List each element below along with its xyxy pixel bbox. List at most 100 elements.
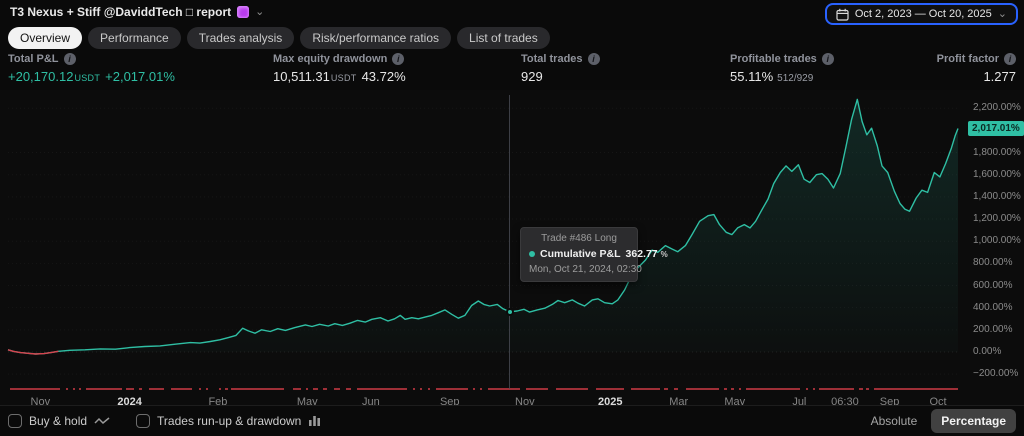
loss-marker-segment xyxy=(65,388,68,390)
y-tick-label: 1,800.00% xyxy=(973,146,1021,158)
stat-label: Max equity drawdown i xyxy=(273,53,406,65)
loss-marker-segment xyxy=(205,388,209,390)
stat-label-text: Total P&L xyxy=(8,53,59,65)
stat-value: 929 xyxy=(521,69,600,84)
stat-label: Total P&L i xyxy=(8,53,175,65)
chevron-down-icon: ⌄ xyxy=(997,8,1007,20)
stats-row: Total P&L i +20,170.12USDT +2,017.01% Max eq… xyxy=(0,53,1024,91)
toggle-option-percentage[interactable]: Percentage xyxy=(931,409,1016,433)
loss-marker-segment xyxy=(224,388,229,390)
equity-curve-plot[interactable] xyxy=(0,90,1024,390)
tab-overview[interactable]: Overview xyxy=(8,27,83,49)
header: T3 Nexus + Stiff @DaviddTech □ report ⌄ … xyxy=(0,0,1024,26)
loss-marker-segment xyxy=(859,388,863,390)
y-tick-label: 1,200.00% xyxy=(973,213,1021,225)
y-tick-label: 1,400.00% xyxy=(973,190,1021,202)
tab-performance[interactable]: Performance xyxy=(88,27,181,49)
loss-marker-segment xyxy=(312,388,318,390)
stat-value-extra: 43.72% xyxy=(361,69,406,84)
footer-bar: Buy & hold Trades run-up & drawdown Absolu… xyxy=(0,405,1024,436)
loss-marker-segment xyxy=(865,388,869,390)
chevron-down-icon[interactable]: ⌄ xyxy=(255,7,264,18)
loss-marker-segment xyxy=(198,388,201,390)
loss-marker-segment xyxy=(125,388,135,390)
stat-label-text: Profitable trades xyxy=(730,53,817,65)
stat-value-number: 1.277 xyxy=(983,69,1016,84)
strategy-tester-panel: T3 Nexus + Stiff @DaviddTech □ report ⌄ … xyxy=(0,0,1024,436)
loss-marker-segment xyxy=(673,388,678,390)
loss-marker-segment xyxy=(730,388,734,390)
page-title: T3 Nexus + Stiff @DaviddTech □ report xyxy=(10,5,232,19)
checkbox-box-icon[interactable] xyxy=(8,414,22,428)
unit-toggle: Absolute Percentage xyxy=(869,409,1016,433)
y-tick-label: 400.00% xyxy=(973,301,1013,313)
stat-value-unit: USDT xyxy=(330,73,357,83)
date-range-button[interactable]: Oct 2, 2023 — Oct 20, 2025 ⌄ xyxy=(824,3,1018,25)
loss-marker-segment xyxy=(333,388,340,390)
crosshair-line xyxy=(509,95,511,389)
current-value-badge: 2,017.01% xyxy=(968,120,1024,136)
calendar-icon xyxy=(836,8,849,21)
tab-risk-performance-ratios[interactable]: Risk/performance ratios xyxy=(300,27,452,49)
stat-label: Profit factor i xyxy=(937,53,1016,65)
stat-value-number: 55.11% xyxy=(730,69,774,84)
y-tick-label: 800.00% xyxy=(973,257,1013,269)
tooltip-trade-label: Trade #486 Long xyxy=(541,233,617,244)
loss-marker-segment xyxy=(356,388,407,390)
stat-value-number: +20,170.12 xyxy=(8,69,74,84)
loss-marker-segment xyxy=(139,388,142,390)
loss-marker-segment xyxy=(9,388,61,390)
info-icon[interactable]: i xyxy=(63,53,76,65)
stat-total-trades: Total trades i 929 xyxy=(521,53,600,84)
loss-marker-segment xyxy=(79,388,82,390)
info-icon[interactable]: i xyxy=(821,53,834,65)
stat-profitable-trades: Profitable trades i 55.11% 512/929 xyxy=(730,53,834,84)
loss-marker-segment xyxy=(472,388,476,390)
loss-marker-segment xyxy=(72,388,76,390)
equity-curve-chart[interactable]: 2,200.00% 1,800.00% 1,600.00% 1,400.00% 1,20… xyxy=(0,90,1024,408)
stat-label-text: Max equity drawdown xyxy=(273,53,388,65)
checkbox-box-icon[interactable] xyxy=(136,414,151,428)
loss-marker-segment xyxy=(686,388,719,390)
stat-label: Total trades i xyxy=(521,53,600,65)
loss-marker-segment xyxy=(323,388,328,390)
loss-marker-segment xyxy=(171,388,193,390)
stat-label-text: Profit factor xyxy=(936,53,999,65)
toggle-option-absolute[interactable]: Absolute xyxy=(869,410,920,432)
info-icon[interactable]: i xyxy=(392,53,405,65)
loss-marker-segment xyxy=(819,388,855,390)
stat-label-text: Total trades xyxy=(521,53,583,65)
stat-value-unit: USDT xyxy=(74,73,101,83)
loss-marker-segment xyxy=(480,388,483,390)
info-icon[interactable]: i xyxy=(1004,53,1016,65)
loss-marker-segment xyxy=(412,388,415,390)
loss-marker-segment xyxy=(346,388,351,390)
loss-marker-segment xyxy=(631,388,660,390)
checkbox-trades-run-up-drawdown[interactable]: Trades run-up & drawdown xyxy=(136,414,321,428)
y-tick-label: 1,600.00% xyxy=(973,168,1021,180)
hovered-point-marker xyxy=(505,307,514,316)
tab-list-of-trades[interactable]: List of trades xyxy=(457,27,550,49)
stat-value: +20,170.12USDT +2,017.01% xyxy=(8,69,175,84)
stat-value-ratio: 512/929 xyxy=(777,73,814,84)
checkbox-buy-hold[interactable]: Buy & hold xyxy=(8,414,110,428)
loss-marker-segment xyxy=(218,388,221,390)
stat-label: Profitable trades i xyxy=(730,53,834,65)
loss-marker-segment xyxy=(806,388,808,390)
chart-tooltip: Trade #486 Long Cumulative P&L 362.77 % … xyxy=(520,227,668,282)
bar-chart-icon xyxy=(308,415,321,427)
loss-marker-segment xyxy=(85,388,122,390)
stat-value: 55.11% 512/929 xyxy=(730,69,834,84)
date-range-label: Oct 2, 2023 — Oct 20, 2025 xyxy=(854,8,992,20)
loss-marker-segment xyxy=(427,388,430,390)
info-icon[interactable]: i xyxy=(587,53,600,65)
y-tick-label: 0.00% xyxy=(973,346,1002,357)
loss-marker-segment xyxy=(487,388,521,390)
report-title-group[interactable]: T3 Nexus + Stiff @DaviddTech □ report ⌄ xyxy=(10,5,264,19)
y-tick-label: 2,200.00% xyxy=(973,102,1021,114)
tooltip-series-name: Cumulative P&L xyxy=(540,248,621,260)
tab-trades-analysis[interactable]: Trades analysis xyxy=(186,27,295,49)
loss-marker-segment xyxy=(812,388,816,390)
loss-marker-segment xyxy=(724,388,728,390)
tab-bar: Overview Performance Trades analysis Risk/p… xyxy=(8,27,550,49)
